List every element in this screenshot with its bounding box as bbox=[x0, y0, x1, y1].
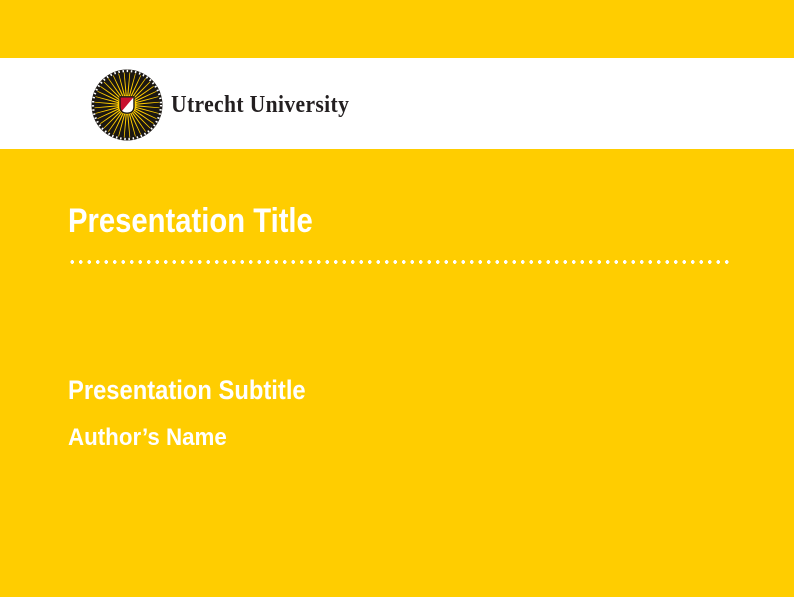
logo-band: Utrecht University bbox=[0, 58, 794, 149]
author-name: Author’s Name bbox=[68, 424, 227, 452]
university-wordmark: Utrecht University bbox=[171, 92, 349, 119]
dotted-divider bbox=[68, 258, 729, 266]
presentation-subtitle: Presentation Subtitle bbox=[68, 374, 306, 406]
title-slide: Utrecht University Presentation Title Pr… bbox=[0, 0, 794, 597]
utrecht-university-seal-icon bbox=[91, 69, 163, 141]
university-logo: Utrecht University bbox=[91, 69, 369, 141]
presentation-title: Presentation Title bbox=[68, 201, 313, 241]
